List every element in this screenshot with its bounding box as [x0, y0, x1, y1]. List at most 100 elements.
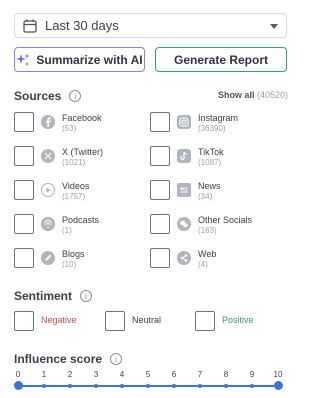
podcast-icon	[41, 217, 55, 231]
source-count: (163)	[198, 226, 217, 235]
slider-tick-label: 6	[171, 370, 177, 379]
source-label: Other Socials	[198, 215, 253, 225]
slider-tick-label: 1	[41, 370, 47, 379]
source-item-instagram[interactable]: Instagram (36390)	[150, 112, 280, 140]
slider-step-dot	[224, 384, 228, 388]
info-icon[interactable]: i	[80, 290, 93, 302]
source-label: Blogs	[62, 249, 85, 259]
source-count: (36390)	[198, 124, 226, 133]
checkbox[interactable]	[14, 248, 34, 268]
source-label: X (Twitter)	[62, 147, 104, 157]
tiktok-icon	[177, 149, 191, 163]
source-item-other-socials[interactable]: Other Socials (163)	[150, 214, 280, 242]
source-item-podcasts[interactable]: Podcasts (1)	[14, 214, 144, 242]
influence-score-heading: Influence score i	[14, 352, 123, 366]
slider-tick-label: 8	[223, 370, 229, 379]
source-item-blogs[interactable]: Blogs (10)	[14, 248, 144, 276]
slider-step-dot	[146, 384, 150, 388]
show-all-link[interactable]: Show all (40520)	[218, 90, 288, 100]
slider-step-dot	[250, 384, 254, 388]
blog-icon	[41, 251, 55, 265]
source-count: (1021)	[62, 158, 86, 167]
checkbox[interactable]	[14, 146, 34, 166]
source-label: Instagram	[198, 113, 239, 123]
influence-score-title: Influence score	[14, 352, 103, 366]
sentiment-label: Negative	[41, 315, 77, 325]
source-item-x-twitter[interactable]: X (Twitter) (1021)	[14, 146, 144, 174]
slider-handle-min[interactable]	[13, 381, 23, 390]
show-all-count: (40520)	[256, 90, 288, 100]
source-item-web[interactable]: Web (4)	[150, 248, 280, 276]
sparkles-icon	[16, 53, 30, 66]
share-icon	[177, 251, 191, 265]
checkbox[interactable]	[150, 214, 170, 234]
slider-step-dot	[42, 384, 46, 388]
slider-step-dot	[198, 384, 202, 388]
slider-step-dot	[94, 384, 98, 388]
source-item-tiktok[interactable]: TikTok (1087)	[150, 146, 280, 174]
chevron-down-icon[interactable]	[270, 24, 278, 29]
checkbox[interactable]	[14, 311, 34, 331]
checkbox[interactable]	[14, 180, 34, 200]
show-all-label: Show all	[217, 90, 255, 100]
generate-report-button[interactable]: Generate Report	[155, 47, 287, 72]
info-icon[interactable]: i	[69, 90, 82, 102]
slider-handle-max[interactable]	[273, 381, 283, 390]
slider-tick-label: 9	[249, 370, 255, 379]
checkbox[interactable]	[105, 311, 125, 331]
source-count: (10)	[62, 260, 77, 269]
date-range-value: Last 30 days	[45, 18, 119, 33]
checkbox[interactable]	[14, 112, 34, 132]
summarize-label: Summarize with AI	[36, 52, 143, 67]
source-label: Podcasts	[62, 215, 100, 225]
checkbox[interactable]	[150, 112, 170, 132]
sources-title: Sources	[14, 89, 62, 103]
slider-tick-label: 4	[119, 370, 125, 379]
source-count: (1)	[62, 226, 72, 235]
sources-heading: Sources i	[14, 89, 82, 103]
play-icon	[41, 183, 55, 197]
source-count: (34)	[198, 192, 213, 201]
slider-step-dot	[68, 384, 72, 388]
checkbox[interactable]	[14, 214, 34, 234]
source-count: (1087)	[198, 158, 222, 167]
checkbox[interactable]	[150, 248, 170, 268]
source-label: Facebook	[62, 113, 102, 123]
source-label: Videos	[62, 181, 90, 191]
summarize-with-ai-button[interactable]: Summarize with AI	[14, 47, 145, 72]
slider-tick-label: 10	[273, 370, 283, 379]
slider-tick-label: 0	[15, 370, 21, 379]
slider-tick-label: 3	[93, 370, 99, 379]
calendar-icon	[23, 19, 37, 33]
sentiment-label: Positive	[222, 315, 254, 325]
source-label: TikTok	[198, 147, 224, 157]
checkbox[interactable]	[195, 311, 215, 331]
influence-score-slider[interactable]: 0 1 2 3 4 5 6 7 8 9 10	[13, 370, 286, 394]
slider-tick-label: 7	[197, 370, 203, 379]
checkbox[interactable]	[150, 180, 170, 200]
source-item-videos[interactable]: Videos (1757)	[14, 180, 144, 208]
source-label: News	[198, 181, 221, 191]
slider-tick-labels: 0 1 2 3 4 5 6 7 8 9 10	[14, 370, 286, 380]
date-range-select[interactable]: Last 30 days	[14, 13, 287, 38]
slider-step-dot	[120, 384, 124, 388]
facebook-icon	[41, 115, 55, 129]
sentiment-title: Sentiment	[14, 289, 73, 303]
source-item-facebook[interactable]: Facebook (53)	[14, 112, 144, 140]
slider-tick-label: 2	[67, 370, 73, 379]
source-label: Web	[198, 249, 217, 259]
x-twitter-icon	[41, 149, 55, 163]
source-count: (53)	[62, 124, 77, 133]
instagram-icon	[177, 115, 191, 129]
slider-step-dot	[172, 384, 176, 388]
source-count: (1757)	[62, 192, 86, 201]
info-icon[interactable]: i	[110, 353, 123, 365]
generate-report-label: Generate Report	[173, 52, 269, 67]
sentiment-heading: Sentiment i	[14, 289, 93, 303]
source-count: (4)	[198, 260, 208, 269]
source-item-news[interactable]: News (34)	[150, 180, 280, 208]
sentiment-label: Neutral	[132, 315, 162, 325]
slider-tick-label: 5	[145, 370, 151, 379]
checkbox[interactable]	[150, 146, 170, 166]
newspaper-icon	[177, 183, 191, 197]
